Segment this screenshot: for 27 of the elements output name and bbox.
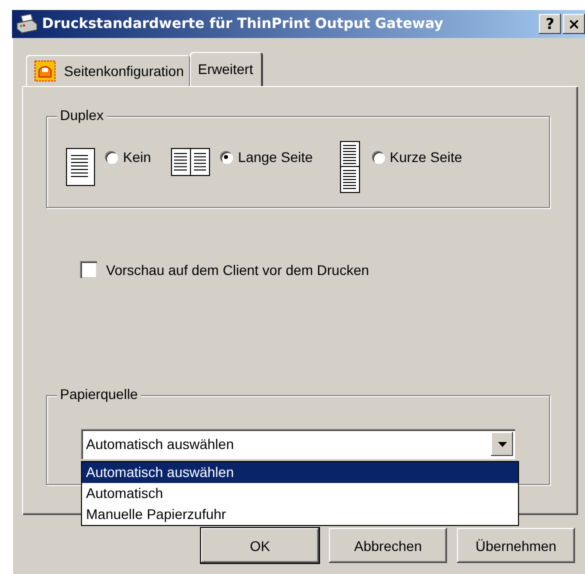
dropdown-option[interactable]: Manuelle Papierzufuhr xyxy=(82,504,518,525)
radio-button[interactable] xyxy=(105,151,117,163)
tab[interactable]: Seitenkonfiguration xyxy=(26,55,190,86)
window-title: Druckstandardwerte für ThinPrint Output Gateway xyxy=(42,16,444,32)
dialog-button[interactable]: OK xyxy=(201,528,319,563)
two-pages-icon xyxy=(171,148,210,176)
tab[interactable]: Erweitert xyxy=(190,52,264,86)
group-legend: Duplex xyxy=(57,107,107,123)
radio-button[interactable] xyxy=(220,151,232,163)
close-button[interactable]: × xyxy=(563,14,585,34)
group-legend: Papierquelle xyxy=(57,386,141,402)
radio-label[interactable]: Kurze Seite xyxy=(390,149,462,165)
help-button[interactable]: ? xyxy=(539,14,561,34)
printer-icon xyxy=(16,14,38,34)
radio-label[interactable]: Kein xyxy=(123,149,152,165)
dropdown-option[interactable]: Automatisch auswählen xyxy=(82,462,518,483)
dropdown-arrow-icon xyxy=(498,442,506,446)
dropdown-option[interactable]: Automatisch xyxy=(82,483,518,504)
radio-button[interactable] xyxy=(372,151,384,163)
paper-source-dropdown[interactable]: Automatisch auswählen xyxy=(81,429,515,459)
dialog-button[interactable]: Übernehmen xyxy=(457,528,575,563)
radio-label[interactable]: Lange Seite xyxy=(238,149,313,165)
checkbox[interactable] xyxy=(80,261,97,278)
stacked-pages-icon xyxy=(340,141,360,193)
single-page-icon xyxy=(66,148,95,186)
checkbox-label[interactable]: Vorschau auf dem Client vor dem Drucken xyxy=(106,262,370,278)
dialog-button[interactable]: Abbrechen xyxy=(329,528,447,563)
